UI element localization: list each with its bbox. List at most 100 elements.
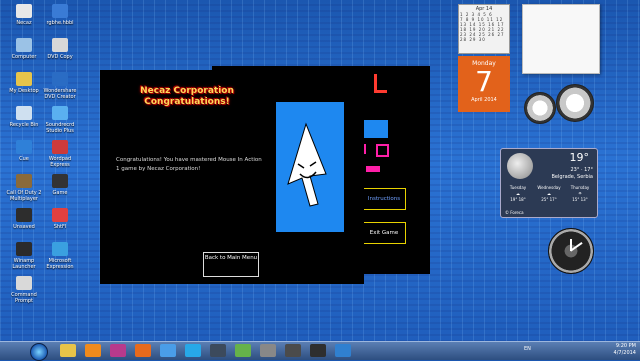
game2-icon[interactable] [310, 344, 326, 357]
cursor-character-icon [287, 122, 327, 207]
app-icon [16, 140, 32, 154]
paint-icon[interactable] [235, 344, 251, 357]
sticky-note[interactable] [522, 4, 600, 74]
desktop-icon-label: Recycle Bin [9, 122, 39, 128]
cursor-panel [276, 102, 344, 232]
clock-gadget[interactable] [548, 228, 594, 274]
globe-icon[interactable] [335, 344, 351, 357]
desktop-icon[interactable]: Soundrecrd Studio Plus [40, 106, 80, 138]
app-icon [16, 276, 32, 290]
forecast-day: Tuesday ☁ 19° 18° [509, 185, 527, 202]
memory-gauge-icon [556, 84, 594, 122]
desktop-icon-label: Cue [19, 156, 29, 162]
weather-temp: 19° [569, 151, 590, 164]
desktop-icon-label: rgbhe.hbbl [46, 20, 74, 26]
desktop-icon[interactable]: Winamp Launcher [4, 242, 44, 274]
terminal-icon[interactable] [260, 344, 276, 357]
logo-fragment-icon [374, 74, 387, 93]
desktop-icon-label: Necaz [16, 20, 32, 26]
app-icon [16, 72, 32, 86]
calendar-day-number: 7 [475, 65, 493, 98]
weather-hilo: 23° · 17° [570, 167, 594, 173]
app-icon [16, 174, 32, 188]
desktop-icon-label: Wondershare DVD Creator [43, 88, 77, 100]
desktop-icon[interactable]: ShtFl [40, 208, 80, 240]
desktop-icon-label: Winamp Launcher [12, 258, 36, 270]
app-icon [16, 4, 32, 18]
app-icon [52, 242, 68, 256]
logo-line1: Necaz Corporation [140, 86, 234, 96]
calendar-month-grid: Apr 14 1 2 3 4 5 67 8 9 10 11 12 13 14 15… [458, 4, 510, 54]
desktop-icon[interactable]: rgbhe.hbbl [40, 4, 80, 36]
language-indicator[interactable]: EN [524, 346, 531, 352]
app-icon [16, 106, 32, 120]
game-icon[interactable] [285, 344, 301, 357]
tray-time: 9:20 PM [615, 343, 636, 349]
system-clock[interactable]: 9:20 PM 4/7/2014 [614, 343, 636, 357]
pink-bar-icon [366, 166, 380, 172]
desktop-icon-label: Soundrecrd Studio Plus [45, 122, 75, 134]
game-logo: Necaz Corporation Congratulations! [132, 86, 242, 108]
app-icon [52, 38, 68, 52]
desktop-icon[interactable]: DVD Copy [40, 38, 80, 70]
desktop-icon-label: Unsaved [13, 224, 35, 230]
pink-square-icon [376, 144, 389, 157]
desktop-icon[interactable]: Wordpad Express [40, 140, 80, 172]
taskbar: EN 9:20 PM 4/7/2014 [0, 341, 640, 361]
cpu-gauge-icon [524, 92, 556, 124]
congratulations-message: Congratulations! You have mastered Mouse… [116, 157, 262, 172]
media-player-icon[interactable] [85, 344, 101, 357]
app-icon [52, 72, 68, 86]
desktop-icon[interactable]: Microsoft Expression [40, 242, 80, 274]
winrar-icon[interactable] [110, 344, 126, 357]
desktop-icon[interactable]: Unsaved [4, 208, 44, 240]
calendar-gadget[interactable]: Apr 14 1 2 3 4 5 67 8 9 10 11 12 13 14 15… [458, 4, 510, 112]
app-icon [16, 242, 32, 256]
desktop-icon[interactable]: Recycle Bin [4, 106, 44, 138]
tray-date: 4/7/2014 [613, 350, 636, 356]
weather-gadget[interactable]: 19° 23° · 17° Belgrade, Serbia Tuesday ☁ 1… [500, 148, 598, 218]
moon-icon [507, 153, 533, 179]
start-button[interactable] [30, 343, 48, 361]
chrome-icon[interactable] [160, 344, 176, 357]
app-icon [16, 38, 32, 52]
desktop-icon-label: Microsoft Expression [46, 258, 74, 270]
desktop-icon[interactable]: Wondershare DVD Creator [40, 72, 80, 104]
weather-location: Belgrade, Serbia [551, 174, 593, 180]
calendar-month-year: April 2014 [471, 97, 497, 103]
app-icon [52, 4, 68, 18]
app-icon [52, 208, 68, 222]
desktop-icon[interactable]: Computer [4, 38, 44, 70]
desktop-icon-label: Game [52, 190, 68, 196]
back-window-logo [362, 74, 390, 110]
instructions-button[interactable]: Instructions [362, 188, 406, 210]
app-icon [52, 140, 68, 154]
skype-icon[interactable] [185, 344, 201, 357]
desktop-icon-label: My Desktop [9, 88, 39, 94]
desktop-icon-label: ShtFl [53, 224, 67, 230]
weather-source: © Foreca [505, 210, 524, 215]
desktop-icon[interactable]: Command Prompt [4, 276, 44, 308]
app-icon [52, 174, 68, 188]
desktop-icon-label: Wordpad Express [48, 156, 72, 168]
exit-game-button[interactable]: Exit Game [362, 222, 406, 244]
steam-icon[interactable] [210, 344, 226, 357]
forecast-day: Wednesday ☁ 25° 17° [537, 185, 561, 202]
forecast-day: Thursday ☂ 15° 13° [570, 185, 590, 202]
desktop-icon-label: Call Of Duty 2 Multiplayer [6, 190, 42, 202]
back-to-main-menu-button[interactable]: Back to Main Menu [203, 252, 259, 277]
desktop-icon[interactable]: Cue [4, 140, 44, 172]
logo-line2: Congratulations! [144, 97, 230, 107]
desktop-icon[interactable]: My Desktop [4, 72, 44, 104]
desktop-icon[interactable]: Call Of Duty 2 Multiplayer [4, 174, 44, 206]
desktop-icon-label: Command Prompt [11, 292, 37, 304]
desktop-icon[interactable]: Necaz [4, 4, 44, 36]
desktop-icon[interactable]: Game [40, 174, 80, 206]
desktop-icon-label: Computer [11, 54, 37, 60]
weather-forecast: Tuesday ☁ 19° 18° Wednesday ☁ 25° 17° Thursd… [503, 185, 595, 203]
explorer-icon[interactable] [60, 344, 76, 357]
desktop-icon-label: DVD Copy [47, 54, 73, 60]
firefox-icon[interactable] [135, 344, 151, 357]
weather-summary: 23° · 17° Belgrade, Serbia [551, 167, 593, 181]
app-icon [52, 106, 68, 120]
